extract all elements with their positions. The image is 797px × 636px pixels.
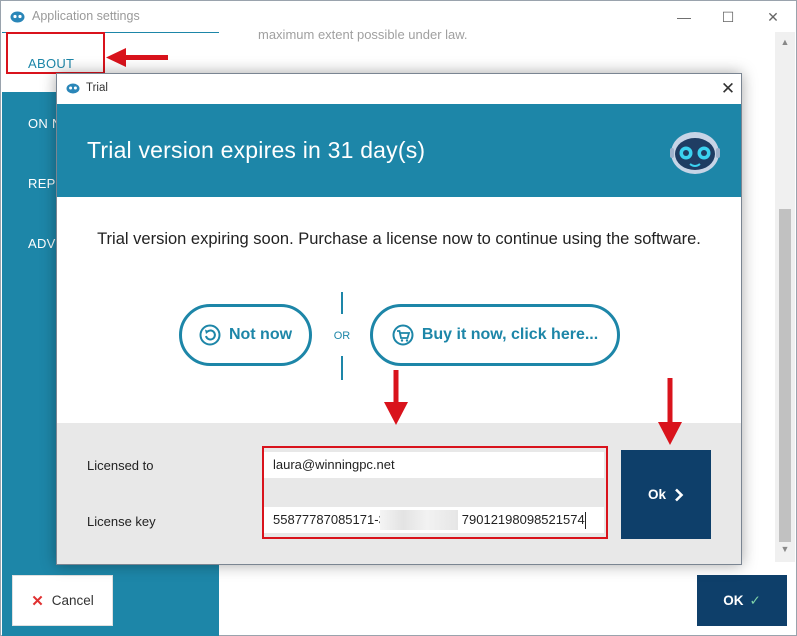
annotation-highlight-license-fields <box>262 446 608 539</box>
license-key-label: License key <box>87 514 156 529</box>
window-title: Application settings <box>32 9 140 23</box>
dialog-titlebar: Trial ✕ <box>57 74 741 104</box>
ok-button[interactable]: OK ✓ <box>697 575 787 626</box>
buy-now-button[interactable]: Buy it now, click here... <box>370 304 620 366</box>
licensed-to-label: Licensed to <box>87 458 154 473</box>
minimize-button[interactable]: — <box>674 7 694 27</box>
cancel-button[interactable]: ✕ Cancel <box>12 575 113 626</box>
dialog-ok-button[interactable]: Ok <box>621 450 711 539</box>
dialog-title: Trial <box>86 82 108 94</box>
cancel-label: Cancel <box>51 593 94 608</box>
maximize-button[interactable]: ☐ <box>718 7 738 27</box>
checkmark-icon: ✓ <box>749 592 761 608</box>
trial-dialog: Trial ✕ Trial version expires in 31 day(… <box>56 73 742 565</box>
screenshot-root: Application settings — ☐ ✕ ABOUT ON N RE… <box>0 0 797 636</box>
dialog-ok-label: Ok <box>647 487 666 502</box>
buy-now-label: Buy it now, click here... <box>421 326 599 343</box>
trial-message: Trial version expiring soon. Purchase a … <box>97 230 701 248</box>
trial-expiry-heading: Trial version expires in 31 day(s) <box>87 137 426 163</box>
sidebar-item-advanced[interactable]: ADV <box>28 236 56 251</box>
or-divider-top <box>341 292 343 314</box>
ok-label: OK <box>723 593 744 608</box>
refresh-icon <box>199 324 221 346</box>
dialog-close-button[interactable]: ✕ <box>717 78 739 100</box>
app-logo-icon <box>66 83 80 94</box>
scroll-thumb[interactable] <box>779 209 791 542</box>
annotation-arrow-down-icon <box>658 378 682 445</box>
not-now-label: Not now <box>228 326 293 343</box>
or-label: OR <box>333 330 351 342</box>
not-now-button[interactable]: Not now <box>179 304 312 366</box>
dialog-header-banner: Trial version expires in 31 day(s) <box>57 104 741 197</box>
chevron-right-icon <box>675 488 684 501</box>
or-divider-bottom <box>341 356 343 380</box>
license-text-fragment: maximum extent possible under law. <box>258 27 468 42</box>
content-scrollbar[interactable]: ▲ ▼ <box>775 32 795 562</box>
app-logo-icon <box>10 11 25 23</box>
scroll-down-arrow-icon[interactable]: ▼ <box>779 543 791 555</box>
close-window-button[interactable]: ✕ <box>763 7 783 27</box>
annotation-arrow-down-icon <box>384 370 408 425</box>
annotation-arrow-left-icon <box>106 48 168 67</box>
annotation-highlight-about <box>6 32 105 74</box>
robot-mascot-icon <box>670 132 720 174</box>
scroll-up-arrow-icon[interactable]: ▲ <box>779 36 791 48</box>
close-icon: ✕ <box>31 592 44 610</box>
shopping-cart-icon <box>392 324 414 346</box>
